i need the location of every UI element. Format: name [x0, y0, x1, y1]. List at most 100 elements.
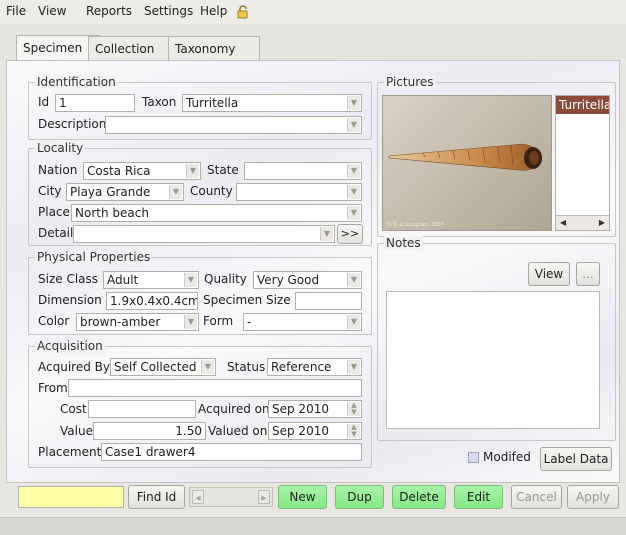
form-value: -: [247, 315, 252, 329]
horizontal-scrollbar[interactable]: ◀ ▶: [556, 215, 609, 230]
county-label: County: [190, 184, 233, 198]
picture-list-item[interactable]: Turritella: [556, 96, 609, 114]
description-label: Description: [38, 117, 107, 131]
placement-field[interactable]: Case1 drawer4: [101, 443, 362, 461]
edit-button[interactable]: Edit: [454, 485, 503, 509]
identification-legend: Identification: [35, 75, 118, 89]
quality-combo[interactable]: Very Good ▼: [253, 271, 362, 289]
acquisition-legend: Acquisition: [35, 339, 105, 353]
quality-label: Quality: [204, 272, 247, 286]
detail-more-button[interactable]: >>: [337, 224, 363, 244]
city-label: City: [38, 184, 62, 198]
cost-label: Cost: [60, 402, 87, 416]
cancel-button[interactable]: Cancel: [511, 485, 562, 509]
notes-more-button[interactable]: ...: [576, 262, 600, 286]
tab-strip: Specimen Collection Taxonomy: [0, 24, 626, 62]
notes-textarea[interactable]: [386, 291, 600, 429]
form-combo[interactable]: - ▼: [243, 313, 362, 331]
acquired-on-label: Acquired on: [198, 402, 270, 416]
valued-on-label: Valued on: [208, 424, 268, 438]
acquired-by-combo[interactable]: Self Collected ▼: [110, 358, 216, 376]
size-class-label: Size Class: [38, 272, 99, 286]
dimension-field[interactable]: 1.9x0.4x0.4cm: [106, 292, 198, 310]
place-value: North beach: [75, 206, 149, 220]
scroll-right-icon[interactable]: ▶: [599, 218, 605, 227]
lock-icon[interactable]: [236, 5, 250, 19]
place-combo[interactable]: North beach ▼: [71, 204, 362, 222]
scroll-left-icon[interactable]: ◀: [560, 218, 566, 227]
status-bar: [0, 517, 626, 535]
chevron-down-icon[interactable]: ▼: [169, 185, 182, 199]
taxon-combo[interactable]: Turritella ▼: [182, 94, 362, 112]
taxon-label: Taxon: [142, 95, 177, 109]
menu-bar: File View Reports Settings Help: [0, 0, 626, 24]
state-combo[interactable]: ▼: [244, 162, 362, 180]
menu-reports[interactable]: Reports: [86, 4, 132, 18]
notes-legend: Notes: [384, 236, 423, 250]
locality-legend: Locality: [35, 141, 86, 155]
acquired-by-label: Acquired By: [38, 360, 110, 374]
apply-button[interactable]: Apply: [567, 485, 619, 509]
new-button[interactable]: New: [278, 485, 327, 509]
status-label: Status: [227, 360, 266, 374]
chevron-down-icon[interactable]: ▼: [320, 227, 333, 241]
menu-file[interactable]: File: [6, 4, 26, 18]
status-combo[interactable]: Reference ▼: [267, 358, 362, 376]
spinner-icon[interactable]: ▲ ▼: [347, 402, 360, 416]
cost-field[interactable]: [88, 400, 196, 418]
id-field[interactable]: 1: [55, 94, 135, 112]
tab-collection[interactable]: Collection: [88, 36, 180, 61]
acquired-on-field[interactable]: Sep 2010 ▲ ▼: [268, 400, 362, 418]
notes-view-button[interactable]: View: [528, 262, 570, 286]
city-combo[interactable]: Playa Grande ▼: [66, 183, 184, 201]
specimen-size-label: Specimen Size: [203, 293, 291, 307]
value-field[interactable]: 1.50: [93, 422, 206, 440]
chevron-down-icon[interactable]: ▼: [184, 273, 197, 287]
spinner-icon[interactable]: ▲ ▼: [347, 424, 360, 438]
delete-button[interactable]: Delete: [392, 485, 446, 509]
quality-value: Very Good: [257, 273, 320, 287]
menu-help[interactable]: Help: [200, 4, 227, 18]
chevron-down-icon[interactable]: ▼: [184, 315, 197, 329]
detail-combo[interactable]: ▼: [73, 225, 335, 243]
menu-view[interactable]: View: [38, 4, 66, 18]
scroll-left-icon[interactable]: ◀: [192, 490, 204, 504]
valued-on-value: Sep 2010: [272, 424, 329, 438]
picture-list[interactable]: Turritella ◀ ▶: [555, 95, 610, 231]
modified-label: Modifed: [483, 450, 531, 464]
nation-label: Nation: [38, 163, 78, 177]
form-label: Form: [203, 314, 234, 328]
chevron-down-icon[interactable]: ▼: [347, 206, 360, 220]
from-field[interactable]: [68, 379, 362, 397]
dup-button[interactable]: Dup: [335, 485, 384, 509]
dimension-label: Dimension: [38, 293, 102, 307]
description-combo[interactable]: ▼: [105, 116, 362, 134]
color-combo[interactable]: brown-amber ▼: [76, 313, 199, 331]
state-label: State: [207, 163, 239, 177]
find-id-input[interactable]: [18, 486, 124, 508]
chevron-down-icon[interactable]: ▼: [347, 96, 360, 110]
label-data-button[interactable]: Label Data: [540, 447, 612, 471]
copyright-text: © k. e. vaughan, 2007: [387, 221, 444, 228]
chevron-down-icon[interactable]: ▼: [347, 164, 360, 178]
county-combo[interactable]: ▼: [236, 183, 362, 201]
find-id-button[interactable]: Find Id: [128, 485, 185, 509]
value-label: Value: [60, 424, 93, 438]
specimen-picture[interactable]: © k. e. vaughan, 2007: [382, 95, 552, 231]
tab-taxonomy[interactable]: Taxonomy: [168, 36, 260, 61]
nation-combo[interactable]: Costa Rica ▼: [83, 162, 201, 180]
valued-on-field[interactable]: Sep 2010 ▲ ▼: [268, 422, 362, 440]
menu-settings[interactable]: Settings: [144, 4, 193, 18]
chevron-down-icon[interactable]: ▼: [347, 273, 360, 287]
chevron-down-icon[interactable]: ▼: [347, 118, 360, 132]
size-class-combo[interactable]: Adult ▼: [103, 271, 199, 289]
chevron-down-icon[interactable]: ▼: [201, 360, 214, 374]
chevron-down-icon[interactable]: ▼: [186, 164, 199, 178]
chevron-down-icon[interactable]: ▼: [347, 315, 360, 329]
chevron-down-icon[interactable]: ▼: [347, 360, 360, 374]
modified-checkbox[interactable]: [468, 452, 479, 463]
record-scrollbar[interactable]: ◀ ▶: [189, 487, 273, 507]
specimen-size-field[interactable]: [295, 292, 362, 310]
scroll-right-icon[interactable]: ▶: [258, 490, 270, 504]
chevron-down-icon[interactable]: ▼: [347, 185, 360, 199]
